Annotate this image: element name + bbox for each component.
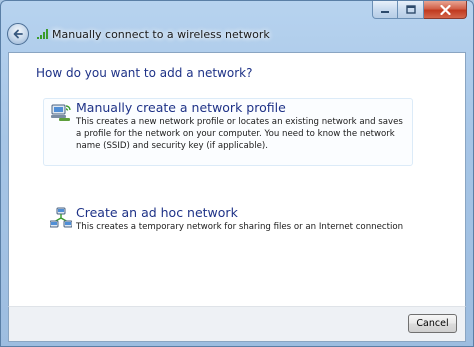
maximize-button[interactable] — [398, 1, 424, 19]
option-title: Manually create a network profile — [76, 100, 286, 115]
option-title: Create an ad hoc network — [76, 205, 238, 220]
back-button[interactable] — [7, 23, 29, 45]
wireless-signal-icon — [37, 29, 48, 39]
adhoc-network-icon — [50, 207, 72, 228]
maximize-icon — [405, 5, 416, 14]
cancel-button[interactable]: Cancel — [408, 314, 457, 333]
close-icon — [439, 4, 451, 15]
title-bar: Manually connect to a wireless network — [7, 23, 270, 45]
back-arrow-icon — [13, 29, 23, 39]
minimize-icon — [381, 10, 389, 13]
window-title: Manually connect to a wireless network — [52, 27, 270, 41]
option-description: This creates a temporary network for sha… — [76, 222, 404, 232]
option-manual-profile[interactable]: Manually create a network profile This c… — [43, 98, 413, 166]
caption-buttons — [372, 1, 467, 20]
footer-bar: Cancel — [8, 306, 466, 342]
content-panel: How do you want to add a network? Manual… — [8, 52, 466, 307]
dialog-window: Manually connect to a wireless network H… — [0, 0, 474, 347]
page-heading: How do you want to add a network? — [36, 66, 253, 80]
option-description: This creates a new network profile or lo… — [76, 117, 403, 151]
network-computer-icon — [51, 104, 71, 121]
minimize-button[interactable] — [372, 1, 398, 19]
close-button[interactable] — [424, 1, 467, 19]
option-adhoc-network[interactable]: Create an ad hoc network This creates a … — [43, 203, 413, 233]
